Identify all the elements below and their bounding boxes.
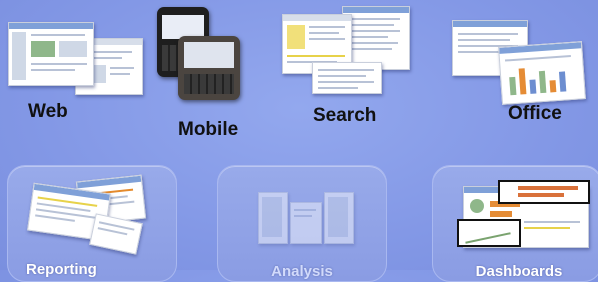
reporting-tile[interactable]: Reporting — [7, 165, 177, 282]
phone-front-image — [178, 36, 240, 100]
analysis-image — [258, 192, 354, 244]
dashboards-callout-bottom — [457, 219, 521, 247]
office-label: Office — [508, 103, 562, 124]
dashboards-callout-top — [498, 180, 590, 204]
search-screenshot-right — [342, 6, 410, 70]
analysis-label: Analysis — [271, 263, 333, 280]
analysis-tile[interactable]: Analysis — [217, 165, 387, 282]
web-screenshot-front — [8, 22, 94, 86]
search-label: Search — [313, 105, 377, 126]
search-screenshot-bottom — [312, 62, 382, 94]
dashboards-tile[interactable]: Dashboards — [432, 165, 598, 282]
dashboards-label: Dashboards — [475, 263, 563, 280]
web-label: Web — [28, 101, 68, 122]
mobile-label: Mobile — [178, 119, 239, 140]
office-screenshot-front — [498, 41, 586, 105]
